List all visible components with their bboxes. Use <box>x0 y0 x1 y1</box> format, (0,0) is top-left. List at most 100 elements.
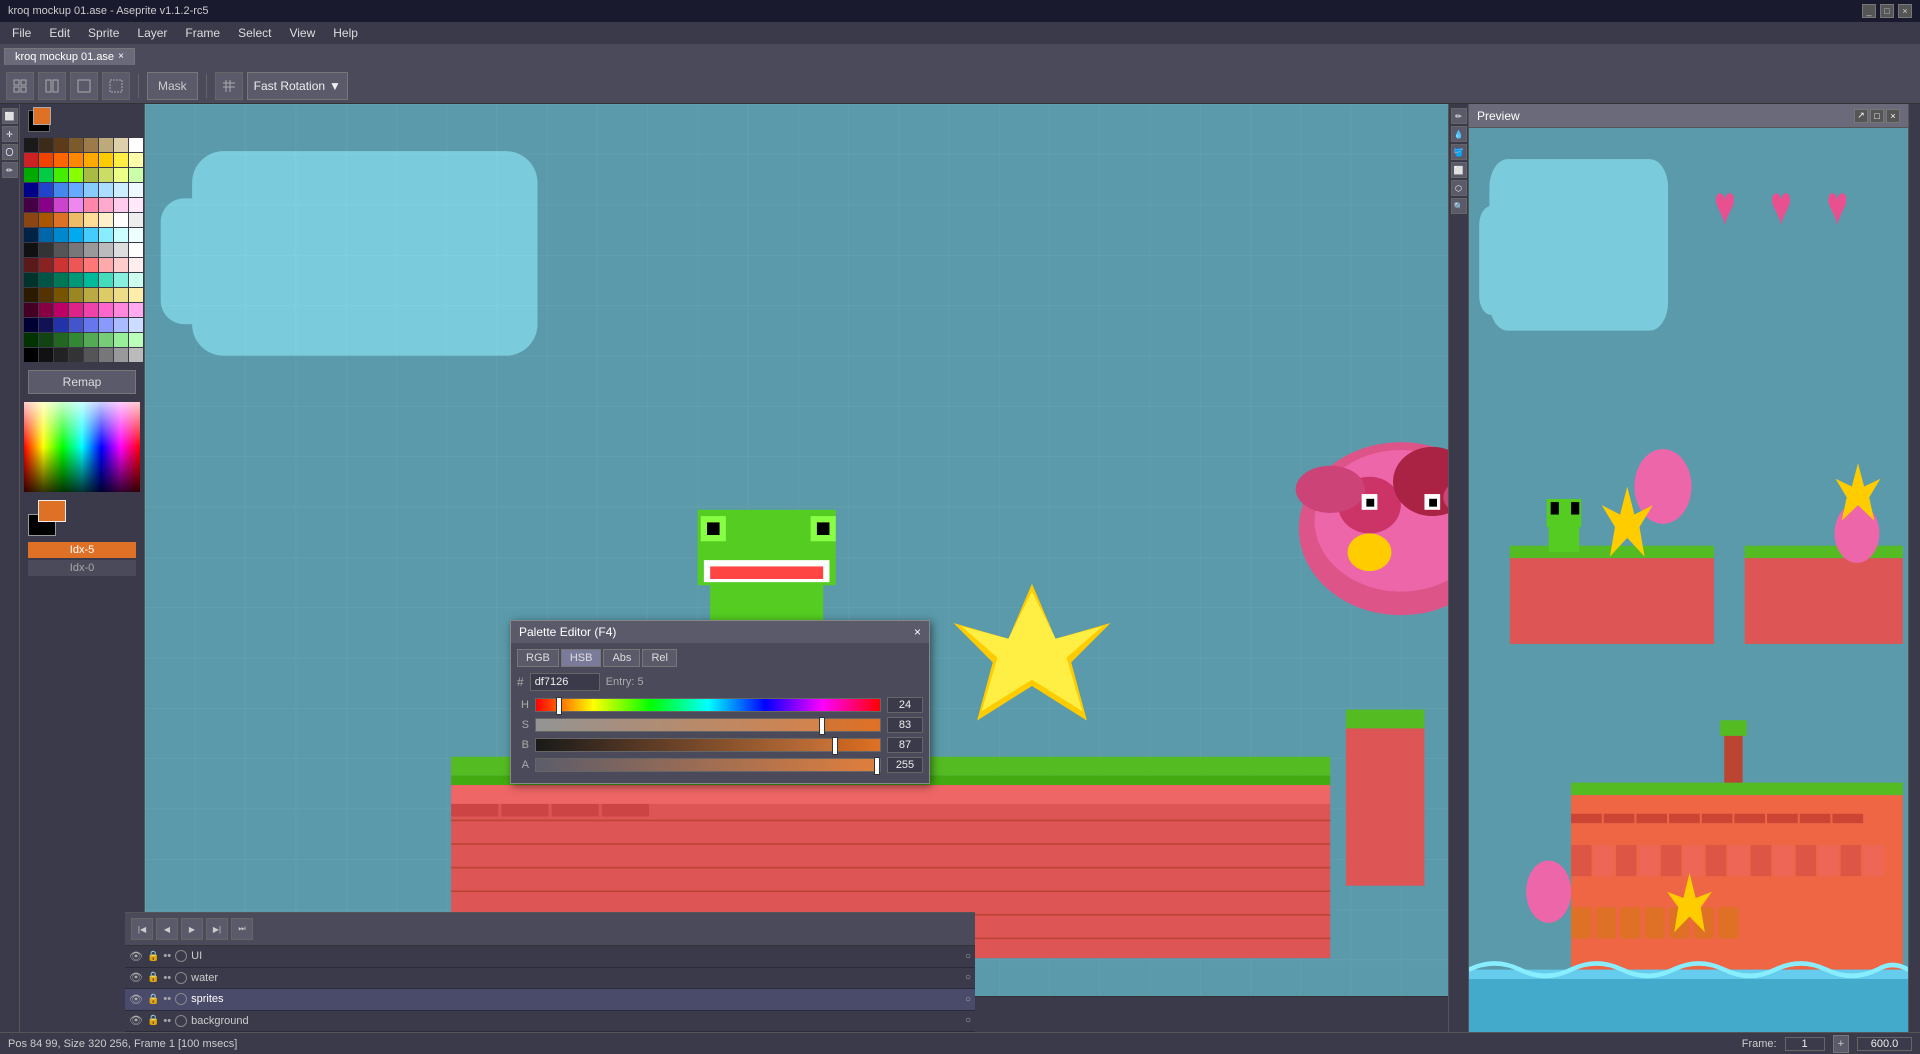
layer-lock-icon-water[interactable]: 🔒 <box>147 972 159 983</box>
palette-cell-63[interactable] <box>129 243 143 257</box>
close-btn[interactable]: × <box>1898 4 1912 18</box>
foreground-color-indicator[interactable] <box>38 500 66 522</box>
palette-cell-74[interactable] <box>54 273 68 287</box>
palette-cell-18[interactable] <box>54 168 68 182</box>
palette-cell-51[interactable] <box>69 228 83 242</box>
palette-cell-9[interactable] <box>39 153 53 167</box>
tool-pencil[interactable]: ✏ <box>2 162 18 178</box>
canvas-area[interactable]: |◀ ◀ ▶ ▶| ▶▶| ↺ <box>145 104 1448 1032</box>
palette-cell-78[interactable] <box>114 273 128 287</box>
palette-cell-98[interactable] <box>54 318 68 332</box>
palette-cell-55[interactable] <box>129 228 143 242</box>
palette-cell-109[interactable] <box>99 333 113 347</box>
palette-cell-92[interactable] <box>84 303 98 317</box>
menu-sprite[interactable]: Sprite <box>80 24 127 42</box>
palette-cell-76[interactable] <box>84 273 98 287</box>
palette-cell-21[interactable] <box>99 168 113 182</box>
minimize-btn[interactable]: _ <box>1862 4 1876 18</box>
rt-zoom-btn[interactable]: 🔍 <box>1451 198 1467 214</box>
palette-cell-43[interactable] <box>69 213 83 227</box>
palette-cell-6[interactable] <box>114 138 128 152</box>
zoom-input[interactable] <box>1857 1037 1912 1051</box>
palette-cell-49[interactable] <box>39 228 53 242</box>
palette-cell-47[interactable] <box>129 213 143 227</box>
fg-color-box[interactable] <box>33 107 51 125</box>
palette-cell-16[interactable] <box>24 168 38 182</box>
pe-hex-input[interactable] <box>530 673 600 691</box>
palette-cell-101[interactable] <box>99 318 113 332</box>
layer-row-ui[interactable]: 👁 🔒 •• UI ○ <box>125 946 975 967</box>
pe-b-track[interactable] <box>535 738 881 752</box>
palette-cell-1[interactable] <box>39 138 53 152</box>
palette-cell-73[interactable] <box>39 273 53 287</box>
palette-cell-26[interactable] <box>54 183 68 197</box>
tool-move[interactable]: ✛ <box>2 126 18 142</box>
palette-cell-66[interactable] <box>54 258 68 272</box>
menu-frame[interactable]: Frame <box>177 24 228 42</box>
palette-cell-91[interactable] <box>69 303 83 317</box>
palette-cell-96[interactable] <box>24 318 38 332</box>
layers-first-frame-btn[interactable]: |◀ <box>131 918 153 940</box>
palette-cell-97[interactable] <box>39 318 53 332</box>
pe-h-value[interactable] <box>887 697 923 713</box>
palette-cell-60[interactable] <box>84 243 98 257</box>
palette-cell-118[interactable] <box>114 348 128 362</box>
layer-vis-icon-water[interactable]: 👁 <box>129 971 143 984</box>
menu-edit[interactable]: Edit <box>41 24 78 42</box>
palette-cell-67[interactable] <box>69 258 83 272</box>
palette-cell-89[interactable] <box>39 303 53 317</box>
layer-row-sprites[interactable]: 👁 🔒 •• sprites ○ <box>125 989 975 1010</box>
layer-lock-icon-bg[interactable]: 🔒 <box>147 1015 159 1026</box>
remap-button[interactable]: Remap <box>28 370 136 394</box>
menu-help[interactable]: Help <box>325 24 366 42</box>
palette-cell-114[interactable] <box>54 348 68 362</box>
palette-cell-24[interactable] <box>24 183 38 197</box>
palette-cell-99[interactable] <box>69 318 83 332</box>
palette-cell-112[interactable] <box>24 348 38 362</box>
palette-cell-41[interactable] <box>39 213 53 227</box>
palette-cell-7[interactable] <box>129 138 143 152</box>
layer-row-background[interactable]: 👁 🔒 •• background ○ <box>125 1011 975 1032</box>
pe-a-value[interactable] <box>887 757 923 773</box>
rt-eraser-btn[interactable]: ⬜ <box>1451 162 1467 178</box>
palette-cell-82[interactable] <box>54 288 68 302</box>
palette-cell-22[interactable] <box>114 168 128 182</box>
palette-cell-3[interactable] <box>69 138 83 152</box>
palette-cell-44[interactable] <box>84 213 98 227</box>
palette-cell-19[interactable] <box>69 168 83 182</box>
palette-cell-86[interactable] <box>114 288 128 302</box>
palette-cell-27[interactable] <box>69 183 83 197</box>
palette-cell-14[interactable] <box>114 153 128 167</box>
layers-next-frame-btn[interactable]: ▶| <box>206 918 228 940</box>
palette-cell-33[interactable] <box>39 198 53 212</box>
palette-editor-close-btn[interactable]: × <box>914 625 921 639</box>
palette-cell-0[interactable] <box>24 138 38 152</box>
palette-cell-46[interactable] <box>114 213 128 227</box>
palette-cell-17[interactable] <box>39 168 53 182</box>
palette-cell-56[interactable] <box>24 243 38 257</box>
palette-cell-23[interactable] <box>129 168 143 182</box>
pe-s-track[interactable] <box>535 718 881 732</box>
pe-h-track[interactable] <box>535 698 881 712</box>
palette-cell-100[interactable] <box>84 318 98 332</box>
rt-select-btn[interactable]: ⬡ <box>1451 180 1467 196</box>
color-swap-area[interactable] <box>28 500 78 536</box>
palette-cell-104[interactable] <box>24 333 38 347</box>
pe-tab-rgb[interactable]: RGB <box>517 649 559 667</box>
bg-color-box[interactable] <box>28 110 50 132</box>
layers-prev-frame-btn[interactable]: ◀ <box>156 918 178 940</box>
palette-cell-95[interactable] <box>129 303 143 317</box>
palette-cell-29[interactable] <box>99 183 113 197</box>
rotation-dropdown[interactable]: Fast Rotation ▼ <box>247 72 348 100</box>
layer-vis-icon-bg[interactable]: 👁 <box>129 1014 143 1027</box>
palette-cell-117[interactable] <box>99 348 113 362</box>
layer-vis-icon-sprites[interactable]: 👁 <box>129 993 143 1006</box>
grid-large-btn[interactable] <box>70 72 98 100</box>
palette-cell-106[interactable] <box>54 333 68 347</box>
palette-cell-61[interactable] <box>99 243 113 257</box>
palette-cell-34[interactable] <box>54 198 68 212</box>
menu-select[interactable]: Select <box>230 24 279 42</box>
palette-cell-116[interactable] <box>84 348 98 362</box>
palette-cell-108[interactable] <box>84 333 98 347</box>
palette-cell-2[interactable] <box>54 138 68 152</box>
